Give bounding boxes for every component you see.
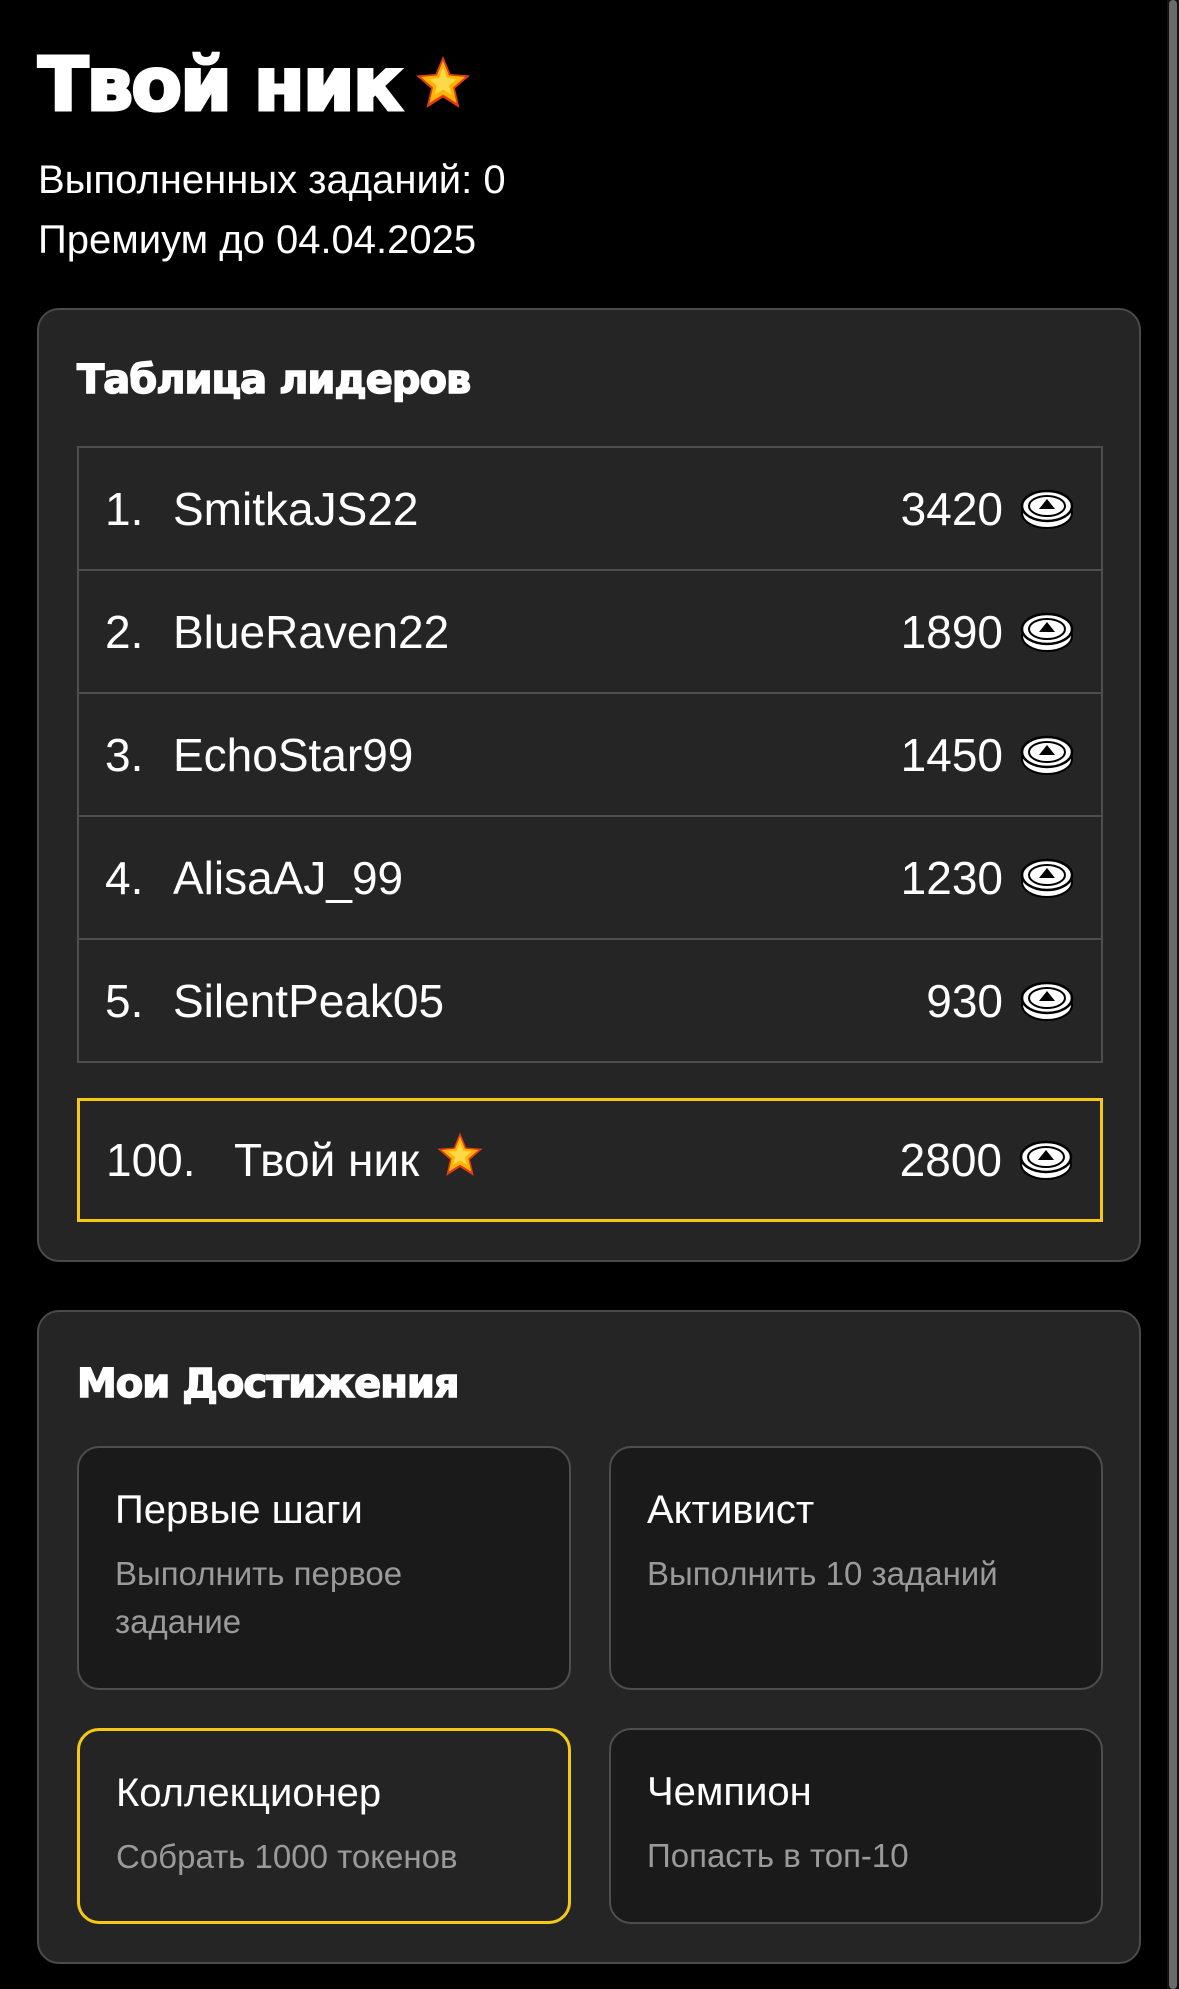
leaderboard-row[interactable]: 3. EchoStar99 1450 (79, 694, 1101, 817)
leader-score: 1230 (900, 851, 1003, 904)
leader-nick: SmitkaJS22 (173, 482, 419, 535)
leader-nick: EchoStar99 (173, 728, 414, 781)
page-title: Твой ник (37, 42, 405, 128)
achievement-title: Коллекционер (116, 1771, 382, 1815)
achievement-tile[interactable]: Чемпион Попасть в топ-10 (609, 1728, 1103, 1924)
leaderboard-list: 1. SmitkaJS22 3420 2. BlueRaven22 1890 3… (77, 446, 1103, 1063)
profile-header: Твой ник Выполненных заданий: 0 Премиум … (37, 40, 1118, 270)
scrollbar[interactable] (1167, 0, 1179, 1989)
leaderboard-my-row[interactable]: 100. Твой ник 2800 (77, 1098, 1103, 1222)
coin-icon (1019, 487, 1075, 531)
coin-icon (1019, 733, 1075, 777)
leader-score: 3420 (900, 482, 1003, 535)
my-nick-wrap: Твой ник (234, 1130, 900, 1191)
leaderboard-row[interactable]: 1. SmitkaJS22 3420 (79, 448, 1101, 571)
achievement-tile[interactable]: Коллекционер Собрать 1000 токенов (77, 1728, 571, 1924)
achievement-title: Чемпион (647, 1770, 812, 1814)
achievement-description: Выполнить 10 заданий (647, 1555, 998, 1592)
achievement-tile[interactable]: Первые шаги Выполнить первое задание (77, 1446, 571, 1690)
leader-rank: 5. (105, 974, 144, 1027)
achievement-title: Активист (647, 1488, 815, 1532)
leader-nick: AlisaAJ_99 (173, 851, 404, 904)
coin-icon (1019, 979, 1075, 1023)
leaderboard-card: Таблица лидеров 1. SmitkaJS22 3420 2. Bl… (37, 308, 1141, 1262)
leader-rank: 4. (105, 851, 144, 904)
achievements-title: Мои Достижения (76, 1361, 460, 1407)
leaderboard-title: Таблица лидеров (76, 357, 472, 403)
leader-score: 930 (926, 974, 1003, 1027)
achievement-title: Первые шаги (115, 1488, 363, 1532)
leader-nick: BlueRaven22 (173, 605, 450, 658)
achievement-description: Выполнить первое задание (115, 1555, 403, 1640)
scrollbar-thumb[interactable] (1169, 0, 1177, 1989)
star-icon (413, 53, 473, 118)
leaderboard-row[interactable]: 5. SilentPeak05 930 (79, 940, 1101, 1061)
leader-rank: 3. (105, 728, 144, 781)
leaderboard-row[interactable]: 2. BlueRaven22 1890 (79, 571, 1101, 694)
leader-nick: SilentPeak05 (173, 974, 445, 1027)
coin-icon (1018, 1138, 1074, 1182)
leader-rank: 1. (105, 482, 144, 535)
my-rank: 100. (106, 1134, 196, 1186)
achievements-card: Мои Достижения Первые шаги Выполнить перв… (37, 1310, 1141, 1964)
my-nick: Твой ник (234, 1134, 420, 1186)
completed-tasks-count: Выполненных заданий: 0 (38, 158, 506, 202)
coin-icon (1019, 610, 1075, 654)
achievement-description: Собрать 1000 токенов (116, 1838, 458, 1875)
my-score: 2800 (899, 1134, 1002, 1186)
profile-stats: Выполненных заданий: 0 Премиум до 04.04.… (38, 150, 1118, 270)
premium-until-date: Премиум до 04.04.2025 (38, 218, 477, 262)
coin-icon (1019, 856, 1075, 900)
title-row: Твой ник (37, 40, 1118, 130)
leader-score: 1450 (900, 728, 1003, 781)
achievement-tile[interactable]: Активист Выполнить 10 заданий (609, 1446, 1103, 1690)
leaderboard-row[interactable]: 4. AlisaAJ_99 1230 (79, 817, 1101, 940)
achievement-description: Попасть в топ-10 (647, 1837, 909, 1874)
star-icon (435, 1130, 485, 1191)
leader-score: 1890 (900, 605, 1003, 658)
leader-rank: 2. (105, 605, 144, 658)
